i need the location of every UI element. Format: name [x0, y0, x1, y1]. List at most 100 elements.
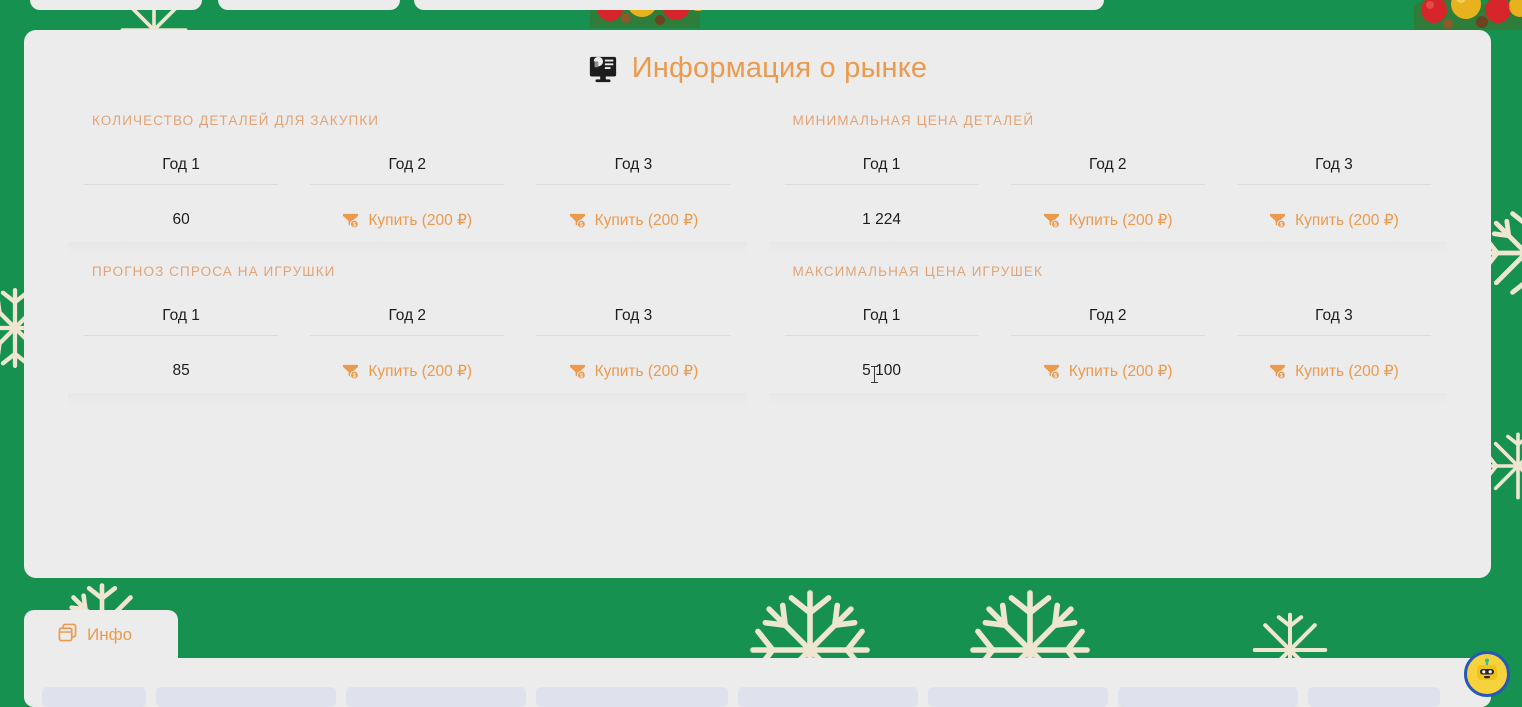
buy-button-label: Купить (200 ₽): [594, 363, 699, 380]
metric-label: КОЛИЧЕСТВО ДЕТАЛЕЙ ДЛЯ ЗАКУПКИ: [92, 113, 380, 128]
page-title: Информация о рынке: [24, 30, 1491, 85]
buy-button-label: Купить (200 ₽): [368, 212, 473, 229]
funnel-dollar-icon: $: [569, 364, 586, 380]
locked-value-cell: $ Купить (200 ₽): [1229, 185, 1439, 242]
metric-label: МИНИМАЛЬНАЯ ЦЕНА ДЕТАЛЕЙ: [792, 113, 1035, 128]
market-metrics-grid: КОЛИЧЕСТВО ДЕТАЛЕЙ ДЛЯ ЗАКУПКИ Год 1 60 Год…: [24, 85, 1491, 415]
text-cursor: [871, 366, 878, 383]
year-columns: Год 1 85 Год 2 $ Купить (200 ₽) Год 3 $ Куп…: [68, 285, 747, 393]
funnel-dollar-icon: $: [1270, 364, 1286, 380]
year-header: Год 1: [84, 134, 279, 185]
placeholder-card: [1118, 687, 1298, 707]
buy-button[interactable]: $ Купить (200 ₽): [569, 211, 699, 230]
metric-card: Год 1 60 Год 2 $ Купить (200 ₽) Год 3 $ Куп…: [68, 134, 747, 256]
buy-button[interactable]: $ Купить (200 ₽): [1043, 211, 1173, 230]
year-header: Год 3: [1236, 134, 1431, 185]
placeholder-card: [928, 687, 1108, 707]
buy-button-label: Купить (200 ₽): [1068, 212, 1173, 229]
metric-label: МАКСИМАЛЬНАЯ ЦЕНА ИГРУШЕК: [792, 264, 1043, 279]
locked-value-cell: $ Купить (200 ₽): [528, 336, 738, 393]
tab-info-label: Инфо: [87, 625, 133, 644]
top-card-strip: [0, 0, 1522, 10]
year-columns: Год 15 100 Год 2 $ Купить (200 ₽) Год 3 $ …: [769, 285, 1448, 393]
placeholder-card: [536, 687, 728, 707]
top-card-1[interactable]: [30, 0, 202, 10]
market-information-panel: Информация о рынке КОЛИЧЕСТВО ДЕТАЛЕЙ ДЛ…: [24, 30, 1491, 578]
placeholder-card: [738, 687, 918, 707]
metric-card: Год 15 100 Год 2 $ Купить (200 ₽) Год 3 $ …: [768, 285, 1448, 407]
metric-value: 1 224: [862, 211, 901, 228]
buy-button-label: Купить (200 ₽): [1295, 363, 1399, 380]
lower-content-panel: [24, 658, 1491, 707]
year-header: Год 1: [84, 285, 279, 336]
year-column: Год 1 1 224: [769, 134, 995, 242]
year-column: Год 2 $ Купить (200 ₽): [995, 134, 1221, 242]
year-header: Год 2: [310, 285, 505, 336]
metric-block-toy-demand-forecast: ПРОГНОЗ СПРОСА НА ИГРУШКИ Год 1 85 Год 2 $ …: [68, 264, 747, 415]
placeholder-card: [156, 687, 336, 707]
year-header: Год 3: [536, 285, 731, 336]
year-header: Год 3: [536, 134, 731, 185]
year-header: Год 1: [784, 285, 979, 336]
top-card-2[interactable]: [218, 0, 400, 10]
locked-value-cell: $ Купить (200 ₽): [1003, 336, 1213, 393]
buy-button-label: Купить (200 ₽): [594, 212, 699, 229]
buy-button[interactable]: $ Купить (200 ₽): [1269, 211, 1399, 230]
buy-button[interactable]: $ Купить (200 ₽): [1043, 362, 1173, 381]
funnel-dollar-icon: $: [1043, 364, 1060, 380]
locked-value-cell: $ Купить (200 ₽): [302, 336, 512, 393]
year-header: Год 3: [1236, 285, 1431, 336]
metric-block-minimum-parts-price: МИНИМАЛЬНАЯ ЦЕНА ДЕТАЛЕЙ Год 1 1 224 Год 2 …: [768, 113, 1448, 264]
metric-block-parts-purchase-quantity: КОЛИЧЕСТВО ДЕТАЛЕЙ ДЛЯ ЗАКУПКИ Год 1 60 Год…: [68, 113, 747, 264]
buy-button-label: Купить (200 ₽): [368, 363, 473, 380]
locked-value-cell: $ Купить (200 ₽): [1003, 185, 1213, 242]
placeholder-card: [42, 687, 146, 707]
buy-button[interactable]: $ Купить (200 ₽): [342, 362, 472, 381]
year-header: Год 1: [784, 134, 979, 185]
tab-info[interactable]: Инфо: [24, 610, 179, 660]
placeholder-card: [1308, 687, 1440, 707]
buy-button[interactable]: $ Купить (200 ₽): [1269, 362, 1399, 381]
tab-bar: Инфо: [24, 610, 179, 660]
funnel-dollar-icon: $: [343, 213, 360, 229]
funnel-dollar-icon: $: [1270, 213, 1286, 229]
year-column: Год 2 $ Купить (200 ₽): [294, 134, 520, 242]
presentation-chart-icon: [588, 54, 618, 84]
buy-button[interactable]: $ Купить (200 ₽): [569, 362, 699, 381]
metric-card: Год 1 85 Год 2 $ Купить (200 ₽) Год 3 $ Куп…: [68, 285, 747, 407]
year-column: Год 1 60: [68, 134, 294, 242]
chat-assistant-button[interactable]: [1464, 651, 1510, 697]
year-column: Год 3 $ Купить (200 ₽): [1221, 134, 1447, 242]
year-column: Год 3 $ Купить (200 ₽): [520, 285, 746, 393]
funnel-dollar-icon: $: [569, 213, 586, 229]
placeholder-card-row: [24, 658, 1491, 707]
top-card-3[interactable]: [414, 0, 1104, 10]
year-columns: Год 11 224 Год 2 $ Купить (200 ₽) Год 3 $ …: [769, 134, 1448, 242]
year-header: Год 2: [1010, 285, 1205, 336]
metric-value: 85: [172, 362, 190, 379]
metric-value: 5 100: [862, 362, 901, 379]
metric-block-maximum-toy-price: МАКСИМАЛЬНАЯ ЦЕНА ИГРУШЕК Год 1 5 100 Год 2…: [768, 264, 1448, 415]
year-column: Год 1 85: [68, 285, 294, 393]
robot-icon: [1473, 658, 1501, 691]
buy-button-label: Купить (200 ₽): [1068, 363, 1173, 380]
year-column: Год 2 $ Купить (200 ₽): [995, 285, 1221, 393]
funnel-dollar-icon: $: [343, 364, 360, 380]
page-title-text: Информация о рынке: [631, 52, 928, 84]
locked-value-cell: $ Купить (200 ₽): [528, 185, 738, 242]
placeholder-card: [346, 687, 526, 707]
year-header: Год 2: [1010, 134, 1205, 185]
metric-label: ПРОГНОЗ СПРОСА НА ИГРУШКИ: [92, 264, 336, 279]
year-column: Год 1 5 100: [769, 285, 995, 393]
buy-button[interactable]: $ Купить (200 ₽): [342, 211, 472, 230]
year-column: Год 3 $ Купить (200 ₽): [1221, 285, 1447, 393]
locked-value-cell: $ Купить (200 ₽): [302, 185, 512, 242]
year-columns: Год 1 60 Год 2 $ Купить (200 ₽) Год 3 $ Куп…: [68, 134, 747, 242]
year-header: Год 2: [310, 134, 505, 185]
buy-button-label: Купить (200 ₽): [1295, 212, 1399, 229]
year-column: Год 3 $ Купить (200 ₽): [520, 134, 746, 242]
clone-windows-icon: [58, 623, 77, 647]
year-column: Год 2 $ Купить (200 ₽): [294, 285, 520, 393]
funnel-dollar-icon: $: [1043, 213, 1060, 229]
metric-value: 60: [172, 211, 190, 228]
